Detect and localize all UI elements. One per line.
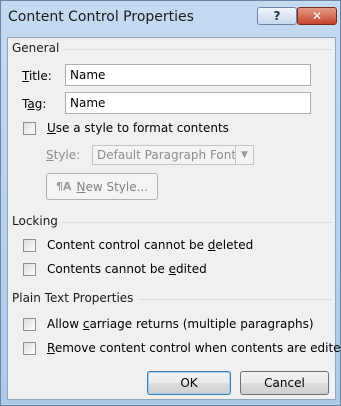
style-label: Style:	[46, 148, 81, 162]
plain-text-divider	[138, 299, 332, 300]
style-select[interactable]: Default Paragraph Font ▼	[92, 145, 254, 165]
general-heading: General	[12, 41, 60, 55]
cannot-edit-checkbox[interactable]	[23, 263, 36, 276]
ok-button[interactable]: OK	[147, 371, 231, 395]
help-icon: ?	[273, 9, 281, 23]
tag-label: Tag:	[22, 97, 47, 111]
remove-when-edited-label[interactable]: Remove content control when contents are…	[47, 341, 341, 355]
cancel-label: Cancel	[264, 376, 305, 390]
cannot-edit-label[interactable]: Contents cannot be edited	[47, 262, 207, 276]
dialog-body: General Title: Tag: Use a style to forma…	[7, 37, 341, 400]
use-style-label[interactable]: Use a style to format contents	[47, 121, 229, 135]
cannot-delete-label[interactable]: Content control cannot be deleted	[47, 238, 253, 252]
close-icon: ✕	[311, 9, 323, 23]
new-style-label: New Style...	[76, 179, 149, 194]
dialog-title: Content Control Properties	[8, 9, 194, 25]
style-select-value: Default Paragraph Font	[97, 148, 237, 162]
remove-when-edited-checkbox[interactable]	[23, 342, 36, 355]
help-button[interactable]: ?	[257, 7, 297, 25]
title-bar[interactable]: Content Control Properties ? ✕	[1, 1, 340, 37]
allow-returns-label[interactable]: Allow carriage returns (multiple paragra…	[47, 317, 314, 331]
cannot-delete-checkbox[interactable]	[23, 239, 36, 252]
chevron-down-icon[interactable]: ▼	[235, 146, 253, 164]
cancel-button[interactable]: Cancel	[240, 371, 329, 395]
use-style-checkbox[interactable]	[23, 122, 36, 135]
ok-label: OK	[180, 376, 198, 390]
plain-text-heading: Plain Text Properties	[12, 291, 134, 305]
tag-input[interactable]	[65, 92, 311, 114]
new-style-icon: ¶A	[55, 180, 72, 193]
locking-heading: Locking	[12, 214, 58, 228]
locking-divider	[62, 222, 332, 223]
title-input[interactable]	[65, 64, 311, 86]
dialog-window: Content Control Properties ? ✕ General T…	[0, 0, 341, 406]
close-button[interactable]: ✕	[297, 7, 337, 25]
title-label: Title:	[22, 69, 52, 83]
allow-returns-checkbox[interactable]	[23, 318, 36, 331]
general-divider	[62, 49, 332, 50]
new-style-button[interactable]: ¶A New Style...	[46, 173, 158, 200]
